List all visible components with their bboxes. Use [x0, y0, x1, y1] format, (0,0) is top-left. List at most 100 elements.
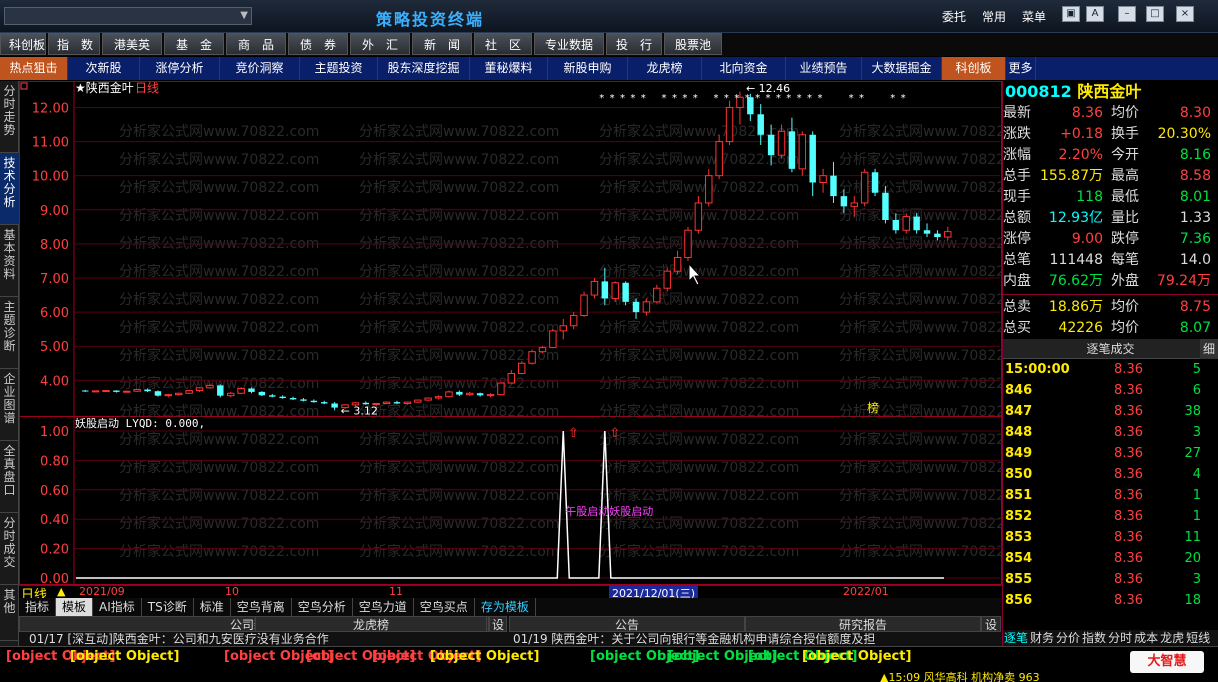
- right-tab[interactable]: 成本: [1133, 630, 1159, 646]
- candle-body: [289, 398, 297, 400]
- news-panel: 公司新闻 设 龙虎榜 公告 研究报告 设 01/17 [深互动]陕西金叶：公司和…: [19, 616, 1002, 646]
- watermark-text: 分析家公式网www.70822.com: [839, 347, 1002, 364]
- right-tab[interactable]: 指数: [1081, 630, 1107, 646]
- news-settings-button[interactable]: 设: [981, 616, 1001, 632]
- news-ticker[interactable]: ▲15:09 风华高科 机构净卖 963: [880, 669, 1040, 682]
- feature-menu-item[interactable]: 主题投资: [300, 57, 378, 80]
- quote-value: 111448: [1049, 252, 1103, 268]
- maximize-icon[interactable]: □: [1146, 6, 1164, 22]
- quick-search-combo[interactable]: ▼: [4, 7, 252, 25]
- right-tab[interactable]: 分时: [1107, 630, 1133, 646]
- ticks-detail-button[interactable]: 细: [1200, 339, 1218, 359]
- feature-menu-item[interactable]: 科创板: [942, 57, 1006, 80]
- y-tick-label: 12.00: [32, 101, 69, 116]
- indicator-tab[interactable]: 空鸟分析: [292, 598, 353, 616]
- left-tab[interactable]: 其他: [0, 585, 19, 641]
- feature-menu-item[interactable]: 董秘爆料: [470, 57, 548, 80]
- brand-logo[interactable]: 大智慧: [1130, 651, 1204, 673]
- menu-item[interactable]: 基 金: [164, 33, 224, 55]
- menu-item[interactable]: 社 区: [474, 33, 532, 55]
- left-tab[interactable]: 分时走势: [0, 81, 19, 153]
- left-tab[interactable]: 技术分析: [0, 153, 19, 225]
- feature-menu-item[interactable]: 更多: [1006, 57, 1036, 80]
- chevron-down-icon[interactable]: ▼: [240, 10, 248, 21]
- indicator-tab[interactable]: 空鸟力道: [353, 598, 414, 616]
- candle-body: [642, 301, 651, 313]
- left-tab[interactable]: 企业图谱: [0, 369, 19, 441]
- menu-item[interactable]: 投 行: [606, 33, 662, 55]
- close-icon[interactable]: ×: [1176, 6, 1194, 22]
- watermark-text: 分析家公式网www.70822.com: [359, 151, 559, 168]
- left-tab[interactable]: 主题诊断: [0, 297, 19, 369]
- menu-item[interactable]: 港美英: [102, 33, 162, 55]
- candle-body: [331, 403, 338, 408]
- menu-item[interactable]: 科创板: [0, 33, 46, 55]
- candle-body: [258, 391, 266, 396]
- news-item[interactable]: 01/17 [深互动]陕西金叶：公司和九安医疗没有业务合作: [29, 633, 489, 646]
- watermark-text: 分析家公式网www.70822.com: [839, 319, 1002, 336]
- kline-chart[interactable]: 分析家公式网www.70822.com 分析家公式网www.70822.com 分析…: [19, 81, 1002, 585]
- font-size-icon[interactable]: A: [1086, 6, 1104, 22]
- trade-button[interactable]: 委托: [942, 8, 966, 25]
- announcement-item[interactable]: 01/19 陕西金叶：关于公司向银行等金融机构申请综合授信额度及担: [513, 633, 999, 646]
- menu-item[interactable]: 商 品: [226, 33, 286, 55]
- indicator-tab[interactable]: 空鸟背离: [231, 598, 292, 616]
- candle-body: [195, 387, 204, 392]
- feature-menu-item[interactable]: 热点狙击: [0, 57, 68, 80]
- left-tab[interactable]: 分时成交: [0, 513, 19, 585]
- screen-icon[interactable]: ▣: [1062, 6, 1080, 22]
- indicator-tab[interactable]: 指标: [19, 598, 57, 616]
- indicator-tab[interactable]: TS诊断: [142, 598, 194, 616]
- indicator-tab[interactable]: 标准: [194, 598, 231, 616]
- dragon-list-tab[interactable]: 龙虎榜: [255, 616, 487, 632]
- tick-list[interactable]: 15:00:00 8.36 5 846 8.36 6 847 8.36 38 848 8.36 3 84…: [1003, 359, 1218, 611]
- feature-menu-item[interactable]: 业绩预告: [786, 57, 862, 80]
- announcement-tab[interactable]: 公告: [509, 616, 745, 632]
- period-arrow-icon[interactable]: ▲: [57, 585, 65, 598]
- indicator-tab[interactable]: 存为模板: [475, 598, 536, 616]
- minimize-icon[interactable]: –: [1118, 6, 1136, 22]
- candle-body: [798, 134, 807, 170]
- menu-item[interactable]: 外 汇: [350, 33, 410, 55]
- menu-button[interactable]: 菜单: [1022, 8, 1046, 25]
- watermark-text: 分析家公式网www.70822.com: [359, 123, 559, 140]
- feature-menu-item[interactable]: 新股申购: [548, 57, 628, 80]
- candle-body: [840, 196, 848, 207]
- candle-body: [569, 315, 578, 327]
- news-settings-button[interactable]: 设: [489, 616, 507, 632]
- left-tab[interactable]: 基本资料: [0, 225, 19, 297]
- right-tab[interactable]: 短线: [1185, 630, 1211, 646]
- watermark-text: 分析家公式网www.70822.com: [119, 543, 319, 560]
- right-tab[interactable]: 龙虎: [1159, 630, 1185, 646]
- watermark-text: 分析家公式网www.70822.com: [599, 263, 799, 280]
- feature-menu-item[interactable]: 北向资金: [702, 57, 786, 80]
- menu-item[interactable]: 新 闻: [412, 33, 472, 55]
- feature-menu-item[interactable]: 股东深度挖掘: [378, 57, 470, 80]
- feature-menu-item[interactable]: 竞价洞察: [220, 57, 300, 80]
- status-item: [object Object]: [430, 649, 540, 664]
- feature-menu-item[interactable]: 大数据掘金: [862, 57, 942, 80]
- right-tab[interactable]: 逐笔: [1003, 630, 1029, 646]
- menu-item[interactable]: 债 券: [288, 33, 348, 55]
- indicator-tab[interactable]: AI指标: [93, 598, 142, 616]
- right-tab[interactable]: 财务: [1029, 630, 1055, 646]
- menu-item[interactable]: 专业数据: [534, 33, 604, 55]
- left-tab[interactable]: 全真盘口: [0, 441, 19, 513]
- feature-menu-item[interactable]: 涨停分析: [140, 57, 220, 80]
- quote-value: 155.87万: [1040, 168, 1103, 184]
- research-tab[interactable]: 研究报告: [745, 616, 981, 632]
- candle-body: [382, 401, 391, 404]
- chart-corner-icon[interactable]: [20, 82, 28, 90]
- right-tab[interactable]: 分价: [1055, 630, 1081, 646]
- watermark-text: 分析家公式网www.70822.com: [599, 543, 799, 560]
- indicator-tab[interactable]: 空鸟买点: [414, 598, 475, 616]
- indicator-tab[interactable]: 模板: [56, 598, 94, 616]
- common-button[interactable]: 常用: [982, 8, 1006, 25]
- signal-marker: *: [859, 93, 864, 104]
- ticks-header[interactable]: 逐笔成交 细: [1003, 339, 1218, 359]
- quote-label: 外盘: [1111, 273, 1139, 289]
- menu-item[interactable]: 股票池: [664, 33, 722, 55]
- feature-menu-item[interactable]: 龙虎榜: [628, 57, 702, 80]
- menu-item[interactable]: 指 数: [48, 33, 100, 55]
- feature-menu-item[interactable]: 次新股: [68, 57, 140, 80]
